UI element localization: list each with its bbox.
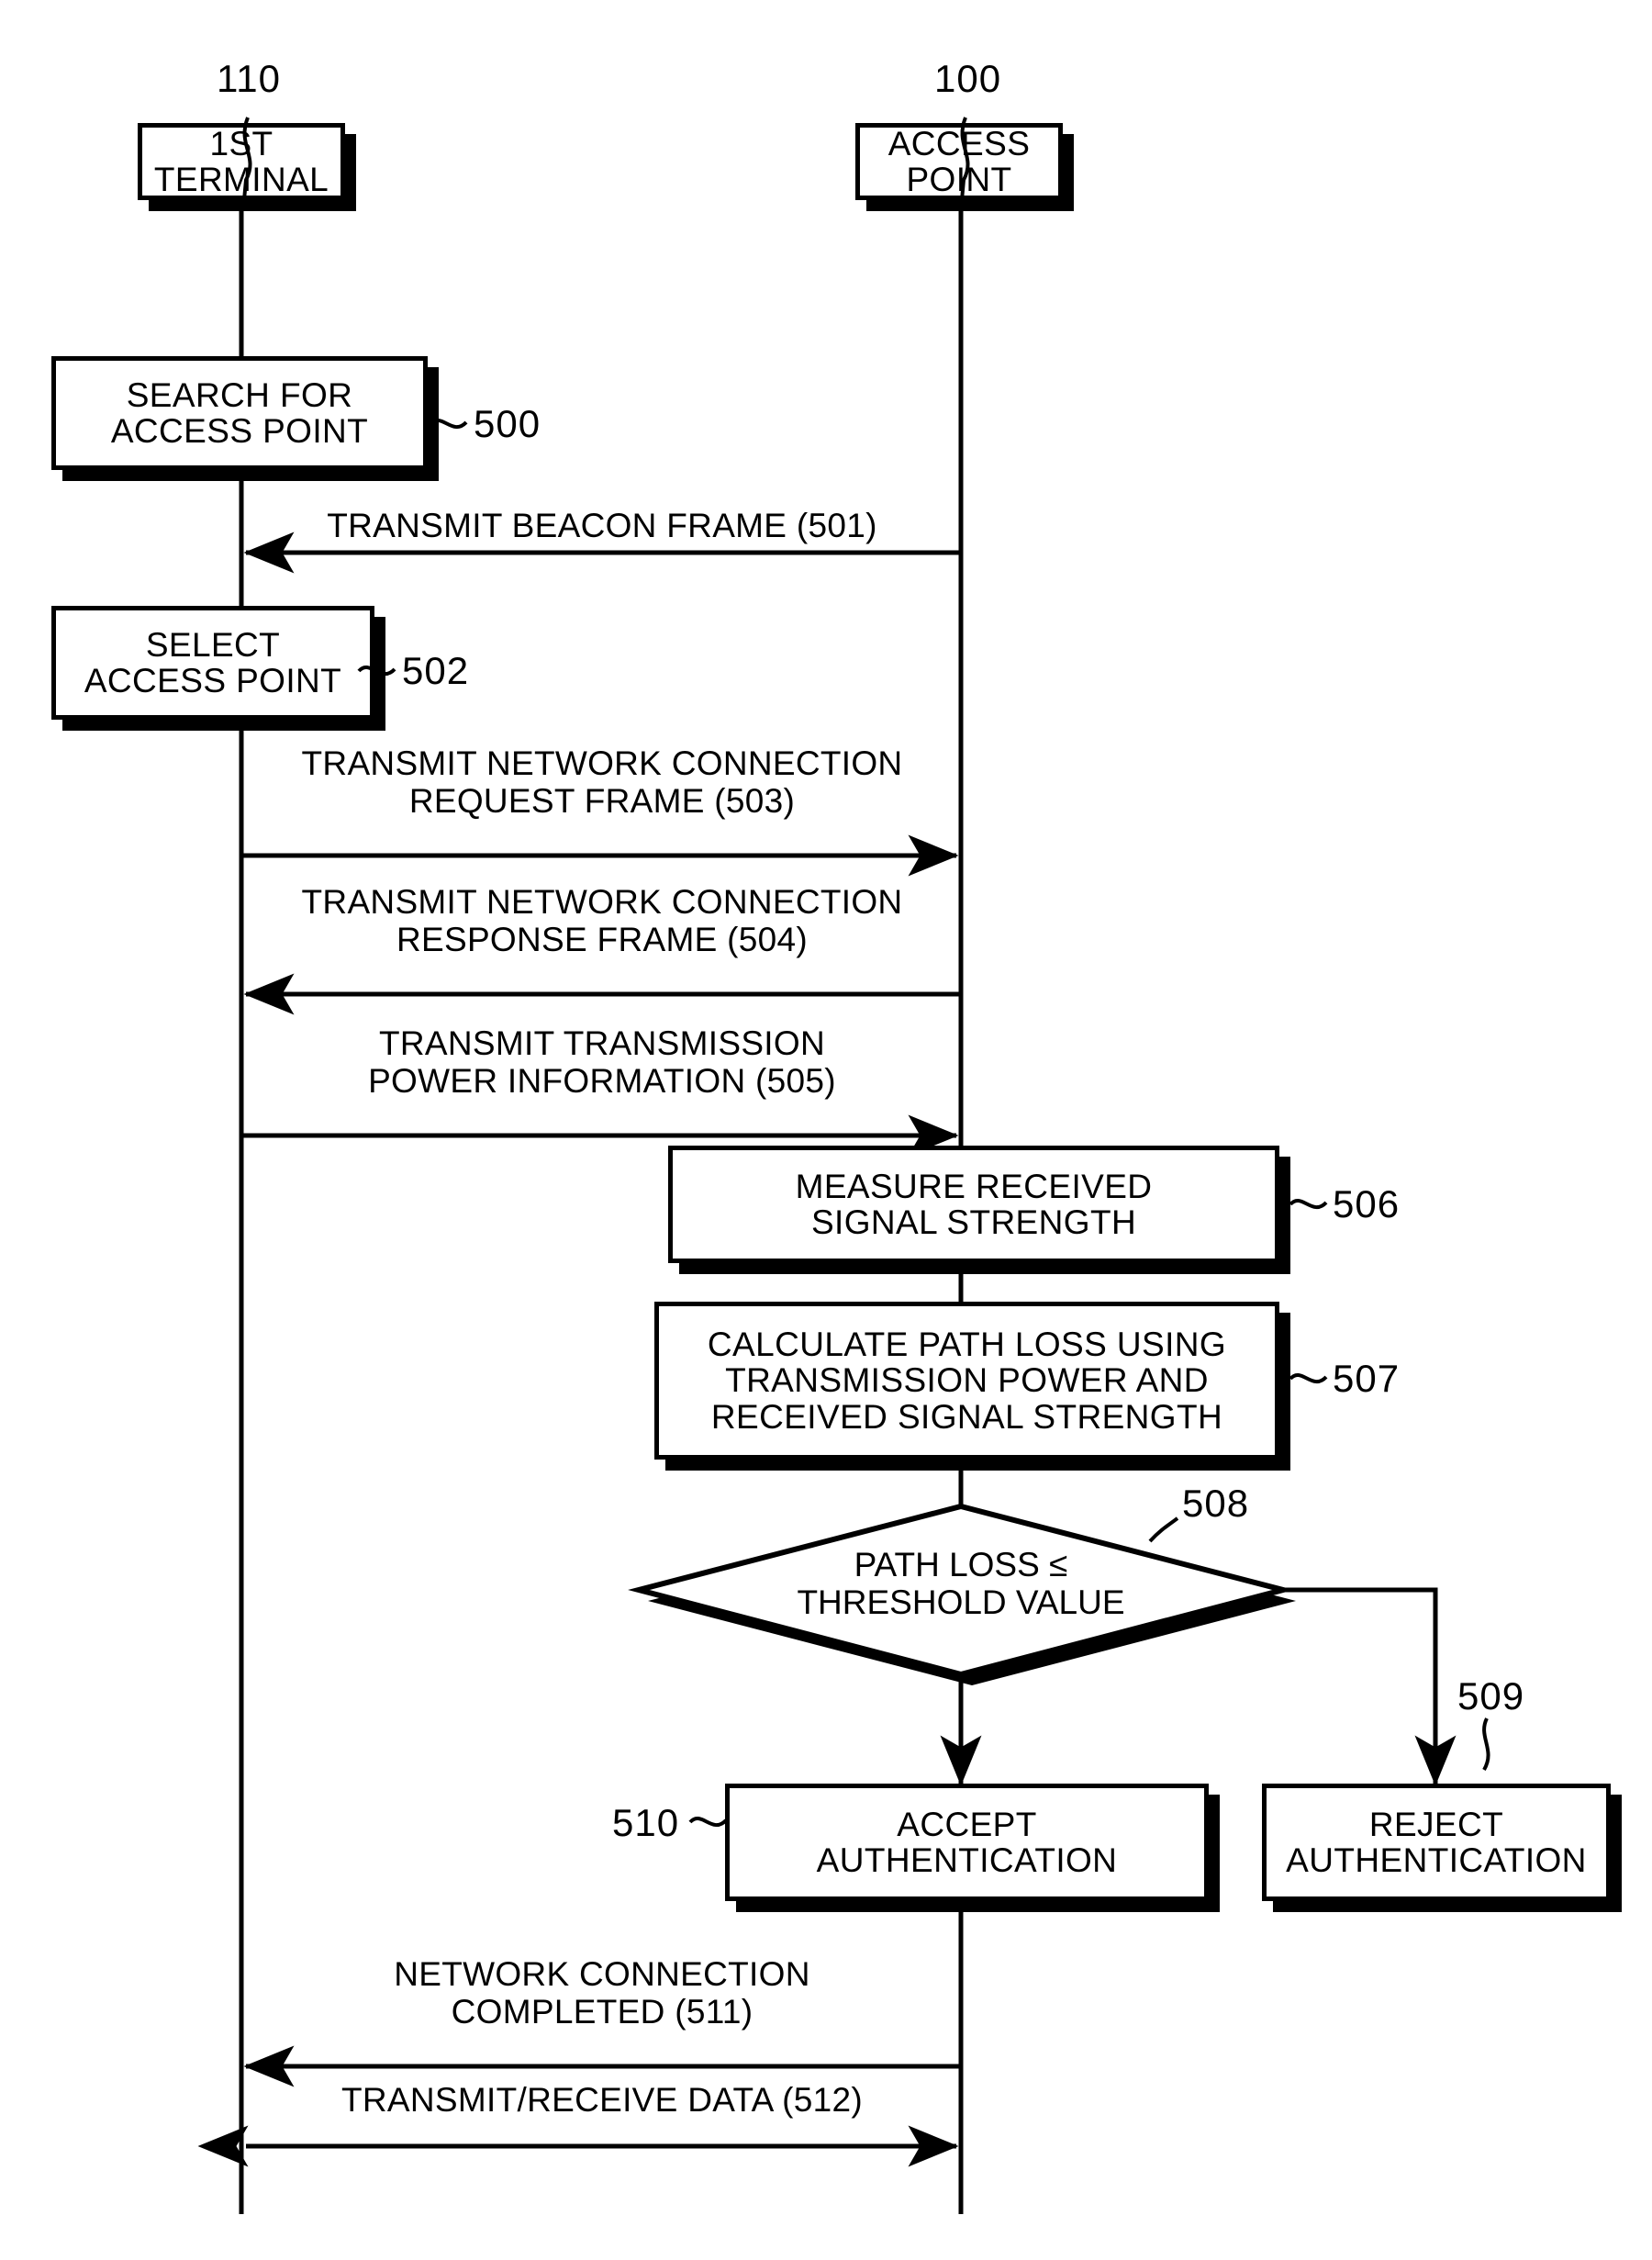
leader-line-layer: [242, 117, 1490, 1828]
message-label-503: TRANSMIT NETWORK CONNECTION REQUEST FRAM…: [301, 744, 903, 820]
message-label-505: TRANSMIT TRANSMISSION POWER INFORMATION …: [368, 1024, 836, 1100]
process-label-502: SELECT ACCESS POINT: [84, 625, 342, 699]
outcome-label-510: ACCEPT AUTHENTICATION: [816, 1805, 1118, 1879]
ref-numeral-500: 500: [474, 402, 541, 445]
ref-numeral-502: 502: [402, 649, 470, 692]
process-box-measure-received-signal-strength: MEASURE RECEIVED SIGNAL STRENGTH: [668, 1146, 1279, 1263]
outcome-label-509: REJECT AUTHENTICATION: [1286, 1805, 1587, 1879]
ref-numeral-510: 510: [612, 1801, 680, 1844]
actor-label-access-point: ACCESS POINT: [887, 124, 1031, 198]
message-label-512: TRANSMIT/RECEIVE DATA (512): [341, 2081, 863, 2119]
outcome-box-reject-authentication: REJECT AUTHENTICATION: [1262, 1784, 1611, 1901]
message-label-511: NETWORK CONNECTION COMPLETED (511): [394, 1955, 810, 2031]
leader-508: [1148, 1516, 1179, 1543]
patent-figure-page: 1ST TERMINAL 110 ACCESS POINT 100 SEARCH…: [0, 0, 1652, 2260]
process-label-507: CALCULATE PATH LOSS USING TRANSMISSION P…: [707, 1326, 1227, 1436]
message-label-501: TRANSMIT BEACON FRAME (501): [327, 507, 877, 544]
process-label-506: MEASURE RECEIVED SIGNAL STRENGTH: [795, 1167, 1153, 1241]
process-box-calculate-path-loss: CALCULATE PATH LOSS USING TRANSMISSION P…: [654, 1302, 1279, 1460]
process-box-select-access-point: SELECT ACCESS POINT: [51, 606, 374, 720]
message-label-504: TRANSMIT NETWORK CONNECTION RESPONSE FRA…: [301, 883, 903, 958]
ref-numeral-100: 100: [934, 57, 1002, 100]
leader-510: [688, 1816, 728, 1828]
ref-numeral-110: 110: [217, 57, 281, 100]
branch-no-arrow: [1283, 1587, 1457, 1786]
actor-label-1st-terminal: 1ST TERMINAL: [153, 124, 329, 198]
outcome-box-accept-authentication: ACCEPT AUTHENTICATION: [725, 1784, 1209, 1901]
leader-507: [1289, 1372, 1328, 1384]
ref-numeral-507: 507: [1333, 1357, 1401, 1400]
leader-506: [1289, 1198, 1328, 1210]
actor-box-1st-terminal: 1ST TERMINAL: [138, 123, 345, 200]
ref-numeral-508: 508: [1182, 1482, 1250, 1525]
ref-numeral-506: 506: [1333, 1182, 1401, 1225]
diagram-vector-layer: [197, 200, 1457, 2214]
leader-500: [429, 418, 468, 430]
actor-box-access-point: ACCESS POINT: [855, 123, 1063, 200]
ref-numeral-509: 509: [1457, 1674, 1525, 1717]
decision-label-508: PATH LOSS ≤ THRESHOLD VALUE: [797, 1546, 1125, 1621]
process-box-search-for-access-point: SEARCH FOR ACCESS POINT: [51, 356, 428, 470]
leader-509: [1482, 1717, 1490, 1772]
process-label-500: SEARCH FOR ACCESS POINT: [110, 375, 369, 450]
